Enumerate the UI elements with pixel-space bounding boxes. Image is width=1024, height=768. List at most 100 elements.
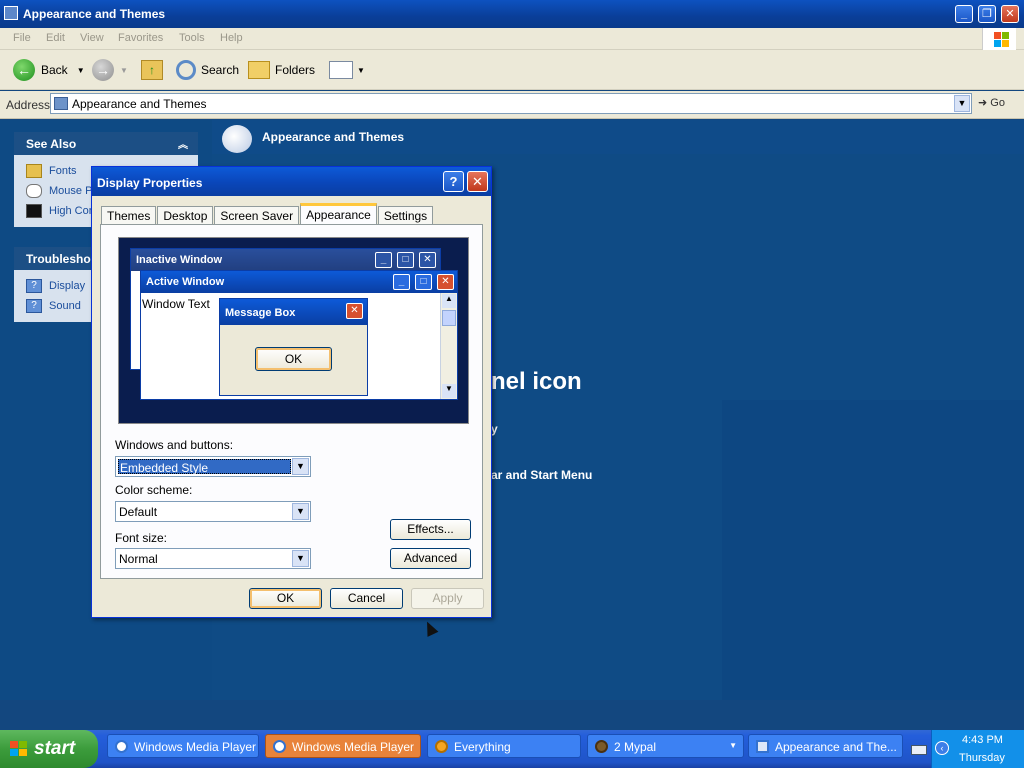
close-icon: ✕	[437, 274, 454, 290]
back-button[interactable]: ← Back ▼	[13, 58, 85, 82]
media-player-icon	[273, 740, 286, 753]
close-icon: ✕	[419, 252, 436, 268]
windows-buttons-label: Windows and buttons:	[115, 438, 234, 452]
effects-button[interactable]: Effects...	[390, 519, 471, 540]
color-scheme-value: Default	[119, 505, 158, 519]
start-button[interactable]: start	[0, 730, 98, 768]
tab-screen-saver[interactable]: Screen Saver	[214, 206, 300, 225]
font-size-select[interactable]: Normal ▼	[115, 548, 311, 569]
dialog-titlebar: Display Properties ? ✕	[92, 167, 491, 196]
scroll-up-icon: ▲	[442, 294, 456, 308]
color-scheme-label: Color scheme:	[115, 483, 193, 497]
troubleshooter-label: Display	[49, 280, 86, 292]
help-button[interactable]: ?	[443, 171, 464, 192]
menu-help[interactable]: Help	[220, 32, 243, 44]
menu-edit[interactable]: Edit	[46, 32, 65, 44]
tab-themes[interactable]: Themes	[101, 206, 157, 225]
chevron-down-icon[interactable]: ▼	[292, 458, 309, 475]
collapse-chevron-icon[interactable]: ︽	[178, 136, 188, 151]
dialog-title: Display Properties	[97, 176, 203, 190]
tray-expand-icon[interactable]: ‹	[935, 741, 949, 755]
group-dropdown-icon: ▼	[729, 741, 737, 750]
inactive-window-title: Inactive Window	[136, 254, 223, 266]
forward-dropdown-icon[interactable]: ▼	[120, 66, 128, 75]
everything-search-icon	[435, 740, 448, 753]
clock-time[interactable]: 4:43 PM	[962, 734, 1003, 746]
back-arrow-icon: ←	[13, 59, 35, 81]
minimize-button[interactable]: _	[955, 5, 973, 23]
close-icon: ✕	[346, 303, 363, 319]
forward-button[interactable]: → ▼	[92, 58, 128, 82]
taskbar: start Windows Media Player Windows Media…	[0, 730, 1024, 768]
toolbar: ← Back ▼ → ▼ ↑ Search Folders ▼	[0, 50, 1024, 90]
active-window-title: Active Window	[146, 276, 225, 288]
up-folder-button[interactable]: ↑	[141, 58, 163, 82]
message-box-title: Message Box	[225, 307, 296, 319]
folders-button[interactable]: Folders	[248, 58, 315, 82]
tab-settings[interactable]: Settings	[377, 206, 434, 225]
taskbar-item-label: Everything	[454, 740, 511, 754]
restore-button[interactable]: ❐	[978, 5, 996, 23]
see-also-item-label: Mouse P	[49, 185, 93, 197]
chevron-down-icon[interactable]: ▼	[292, 503, 309, 520]
windows-logo-icon	[982, 28, 1016, 50]
back-dropdown-icon[interactable]: ▼	[77, 66, 85, 75]
message-box-titlebar: Message Box ✕	[220, 299, 367, 325]
windows-buttons-select[interactable]: Embedded Style ▼	[115, 456, 311, 477]
color-scheme-select[interactable]: Default ▼	[115, 501, 311, 522]
start-label: start	[34, 738, 76, 759]
go-arrow-icon: ➜	[978, 97, 988, 109]
window-titlebar: Appearance and Themes _ ❐ ✕	[0, 0, 1024, 28]
advanced-button[interactable]: Advanced	[390, 548, 471, 569]
address-value: Appearance and Themes	[72, 97, 207, 111]
media-player-icon	[115, 740, 128, 753]
tab-desktop[interactable]: Desktop	[157, 206, 214, 225]
tab-appearance[interactable]: Appearance	[300, 203, 377, 225]
message-box-ok-button: OK	[255, 347, 332, 371]
task-link-partial[interactable]: y	[491, 422, 498, 436]
dialog-close-button[interactable]: ✕	[467, 171, 488, 192]
ok-button[interactable]: OK	[249, 588, 322, 609]
minimize-icon: _	[375, 252, 392, 268]
see-also-item-label: Fonts	[49, 165, 77, 177]
cancel-button[interactable]: Cancel	[330, 588, 403, 609]
help-icon: ?	[26, 279, 42, 293]
troubleshooter-label: Sound	[49, 300, 81, 312]
windows-buttons-value: Embedded Style	[118, 459, 291, 475]
taskbar-item-appearance-themes[interactable]: Appearance and The...	[748, 734, 903, 758]
minimize-icon: _	[393, 274, 410, 290]
taskbar-item-label: Appearance and The...	[775, 740, 897, 754]
see-also-header[interactable]: See Also ︽	[14, 132, 198, 155]
taskbar-item-label: Windows Media Player	[292, 740, 415, 754]
dialog-tabs: Themes Desktop Screen Saver Appearance S…	[101, 203, 434, 225]
address-dropdown-icon[interactable]: ▼	[954, 95, 970, 112]
high-contrast-icon	[26, 204, 42, 218]
taskbar-group-mypal[interactable]: 2 Mypal ▼	[587, 734, 744, 758]
go-button[interactable]: ➜ Go	[978, 96, 1005, 109]
address-field[interactable]: Appearance and Themes ▼	[50, 93, 972, 114]
menu-favorites[interactable]: Favorites	[118, 32, 163, 44]
mouse-icon	[26, 184, 42, 198]
close-button[interactable]: ✕	[1001, 5, 1019, 23]
keyboard-icon[interactable]	[911, 745, 927, 755]
taskbar-item-media-player-1[interactable]: Windows Media Player	[107, 734, 259, 758]
maximize-icon: □	[397, 252, 414, 268]
address-bar: Address Appearance and Themes ▼ ➜ Go	[0, 91, 1024, 119]
menu-file[interactable]: File	[13, 32, 31, 44]
preview-scrollbar: ▲ ▼	[440, 293, 457, 399]
taskbar-start-menu-link[interactable]: ar and Start Menu	[491, 468, 592, 482]
search-button[interactable]: Search	[176, 58, 239, 82]
chevron-down-icon[interactable]: ▼	[292, 550, 309, 567]
category-title: Appearance and Themes	[262, 130, 405, 144]
taskbar-item-media-player-2[interactable]: Windows Media Player	[265, 734, 421, 758]
apply-button[interactable]: Apply	[411, 588, 484, 609]
menu-view[interactable]: View	[80, 32, 104, 44]
views-dropdown-icon: ▼	[357, 65, 365, 75]
scroll-thumb	[442, 310, 456, 326]
menu-tools[interactable]: Tools	[179, 32, 205, 44]
see-also-item-label: High Con	[49, 205, 95, 217]
views-button[interactable]: ▼	[329, 58, 365, 82]
taskbar-item-everything[interactable]: Everything	[427, 734, 581, 758]
search-label: Search	[201, 63, 240, 77]
taskbar-item-label: 2 Mypal	[614, 740, 657, 754]
